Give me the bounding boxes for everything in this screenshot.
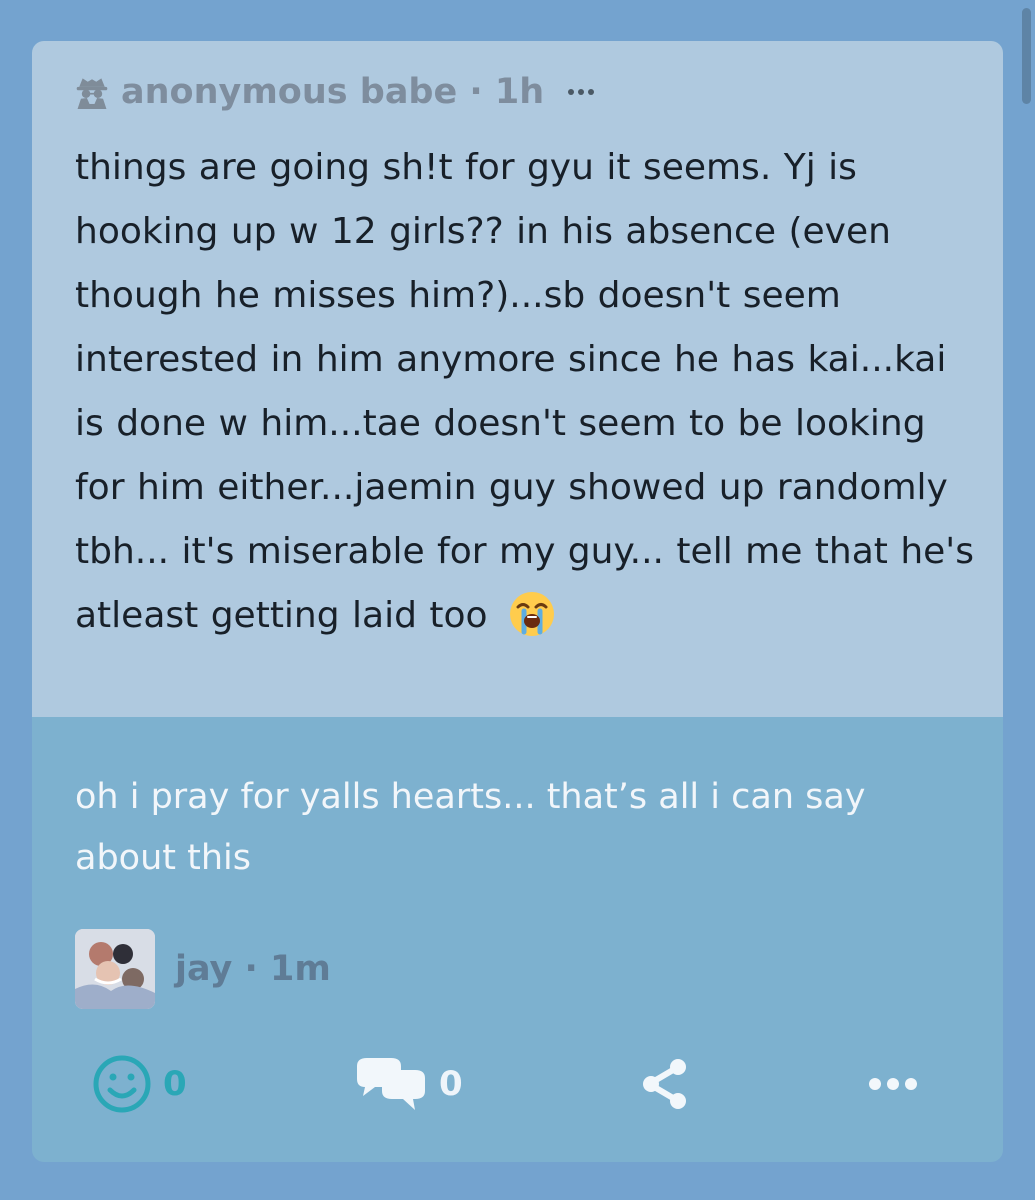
screen: { "post": { "author": "anonymous babe", …: [0, 0, 1035, 1200]
react-button[interactable]: 0: [91, 1052, 187, 1116]
post-card: anonymous babe · 1h things are going sh!…: [32, 41, 1003, 1162]
question-meta: anonymous babe · 1h: [121, 71, 545, 112]
question-time: 1h: [494, 71, 545, 112]
dot-icon: [905, 1078, 917, 1090]
avatar[interactable]: [75, 929, 155, 1009]
question-text: things are going sh!t for gyu it seems. …: [75, 147, 974, 636]
answer-text: oh i pray for yalls hearts... that’s all…: [75, 777, 866, 878]
share-button[interactable]: [636, 1052, 694, 1116]
dot-icon: [887, 1078, 899, 1090]
react-count: 0: [163, 1064, 187, 1104]
dot-icon: [568, 88, 575, 95]
dot-icon: [578, 88, 585, 95]
question-author: anonymous babe: [121, 71, 458, 112]
question-more-icon[interactable]: [568, 88, 595, 95]
dot-icon: [869, 1078, 881, 1090]
comment-button[interactable]: 0: [349, 1052, 463, 1116]
action-bar: 0 0: [91, 1052, 971, 1116]
comment-bubbles-icon: [357, 1058, 425, 1110]
spy-icon: [76, 77, 108, 109]
avatar-image: [75, 929, 155, 1009]
scrollbar[interactable]: [1022, 8, 1031, 104]
answer-author-row[interactable]: jay · 1m: [75, 929, 331, 1009]
more-icon: [869, 1078, 917, 1090]
answer-author: jay: [175, 949, 233, 989]
smile-icon: [93, 1055, 151, 1113]
question-panel: anonymous babe · 1h things are going sh!…: [32, 41, 1003, 717]
share-icon: [643, 1059, 686, 1109]
question-text-block: things are going sh!t for gyu it seems. …: [75, 136, 980, 648]
dot-icon: [588, 88, 595, 95]
more-options-button[interactable]: [869, 1052, 917, 1116]
answer-author-meta: jay · 1m: [175, 949, 331, 989]
loudly-crying-face-icon: [510, 592, 555, 636]
comment-count: 0: [439, 1064, 463, 1104]
answer-time: 1m: [270, 949, 331, 989]
question-header: anonymous babe · 1h: [75, 69, 595, 114]
